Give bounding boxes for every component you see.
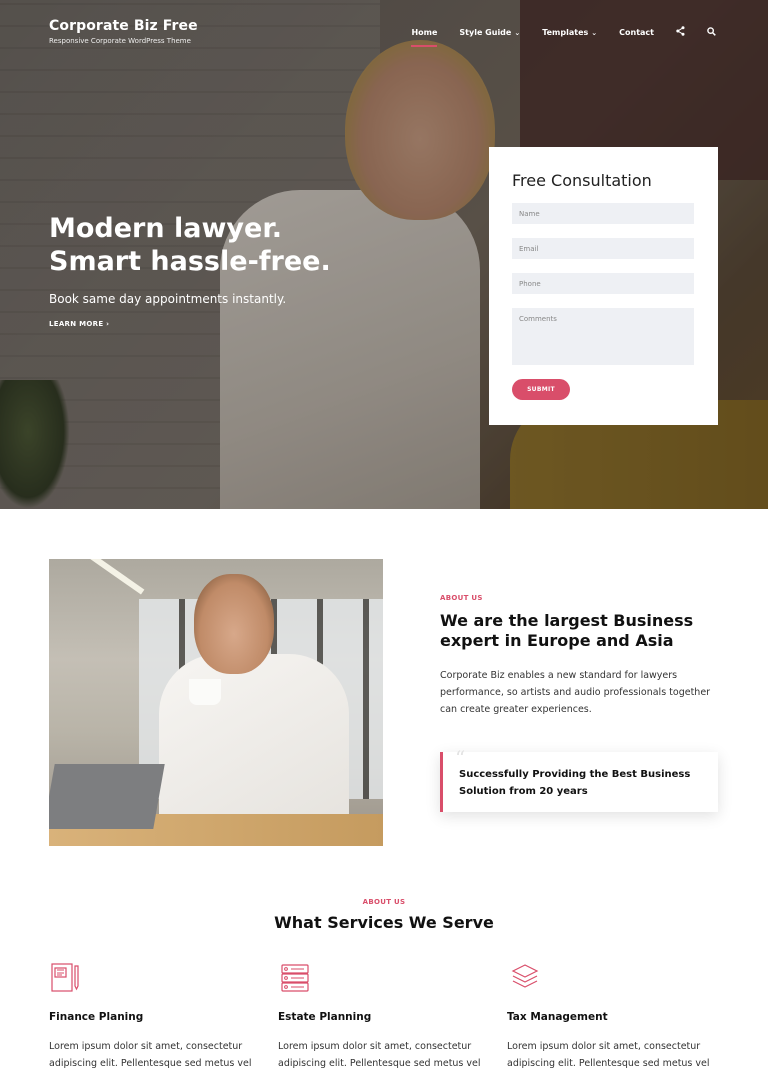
service-body: Lorem ipsum dolor sit amet, consectetur … (507, 1041, 710, 1069)
main-navigation: Home Style Guide ⌄ Templates ⌄ Contact (411, 26, 716, 47)
share-icon[interactable] (676, 26, 685, 39)
nav-item-templates[interactable]: Templates ⌄ (542, 28, 597, 37)
chevron-down-icon: ⌄ (514, 29, 521, 37)
name-field[interactable]: Name (512, 203, 694, 224)
quote-icon: “ (455, 746, 466, 770)
services-eyebrow: ABOUT US (362, 898, 406, 906)
layers-icon (511, 964, 539, 988)
about-photo-man-head (194, 574, 274, 674)
learn-more-link[interactable]: LEARN MORE › (49, 320, 109, 328)
service-title: Tax Management (507, 1011, 608, 1023)
services-title: What Services We Serve (274, 913, 494, 932)
search-icon[interactable] (707, 26, 716, 39)
service-body: Lorem ipsum dolor sit amet, consectetur … (278, 1041, 481, 1069)
about-quote-text: Successfully Providing the Best Business… (459, 769, 691, 797)
nav-item-contact[interactable]: Contact (619, 28, 654, 37)
about-body: Corporate Biz enables a new standard for… (440, 670, 711, 715)
about-eyebrow: ABOUT US (440, 594, 483, 602)
about-quote-box: “ Successfully Providing the Best Busine… (440, 746, 718, 812)
nav-item-label: Contact (619, 28, 654, 37)
service-card-tax: Tax Management Lorem ipsum dolor sit ame… (507, 962, 717, 1072)
services-header: ABOUT US What Services We Serve (0, 898, 768, 932)
chevron-down-icon: ⌄ (591, 29, 598, 37)
notebook-icon (51, 963, 79, 992)
nav-item-label: Templates (542, 28, 589, 37)
hero-title-line-1: Modern lawyer. (49, 213, 283, 244)
hero-title: Modern lawyer. Smart hassle-free. (49, 212, 331, 278)
server-icon (281, 964, 309, 992)
hero-title-line-2: Smart hassle-free. (49, 246, 331, 277)
nav-item-style-guide[interactable]: Style Guide ⌄ (459, 28, 520, 37)
about-photo-cup (189, 679, 221, 705)
service-card-estate: Estate Planning Lorem ipsum dolor sit am… (278, 962, 488, 1072)
nav-item-label: Style Guide (459, 28, 512, 37)
consultation-form: Free Consultation Name Email Phone Comme… (489, 147, 718, 425)
email-field[interactable]: Email (512, 238, 694, 259)
nav-item-home[interactable]: Home (411, 28, 438, 47)
site-header: Corporate Biz Free Responsive Corporate … (0, 0, 768, 60)
about-photo (49, 559, 383, 846)
phone-field[interactable]: Phone (512, 273, 694, 294)
about-photo-lamp (83, 559, 145, 595)
service-title: Estate Planning (278, 1011, 372, 1023)
submit-button[interactable]: SUBMIT (512, 379, 570, 400)
service-title: Finance Planing (49, 1011, 144, 1023)
service-card-finance: Finance Planing Lorem ipsum dolor sit am… (49, 962, 259, 1072)
hero-subtitle: Book same day appointments instantly. (49, 292, 287, 306)
hero-content: Modern lawyer. Smart hassle-free. Book s… (49, 212, 331, 330)
comments-field[interactable]: Comments (512, 308, 694, 365)
site-branding[interactable]: Corporate Biz Free Responsive Corporate … (49, 18, 198, 45)
site-title[interactable]: Corporate Biz Free (49, 18, 198, 34)
site-tagline: Responsive Corporate WordPress Theme (49, 37, 191, 45)
service-body: Lorem ipsum dolor sit amet, consectetur … (49, 1041, 252, 1069)
consultation-title: Free Consultation (512, 171, 652, 190)
about-title: We are the largest Business expert in Eu… (440, 611, 694, 650)
nav-item-label: Home (411, 28, 438, 37)
about-content: ABOUT US We are the largest Business exp… (440, 594, 720, 718)
about-photo-laptop (49, 764, 165, 829)
